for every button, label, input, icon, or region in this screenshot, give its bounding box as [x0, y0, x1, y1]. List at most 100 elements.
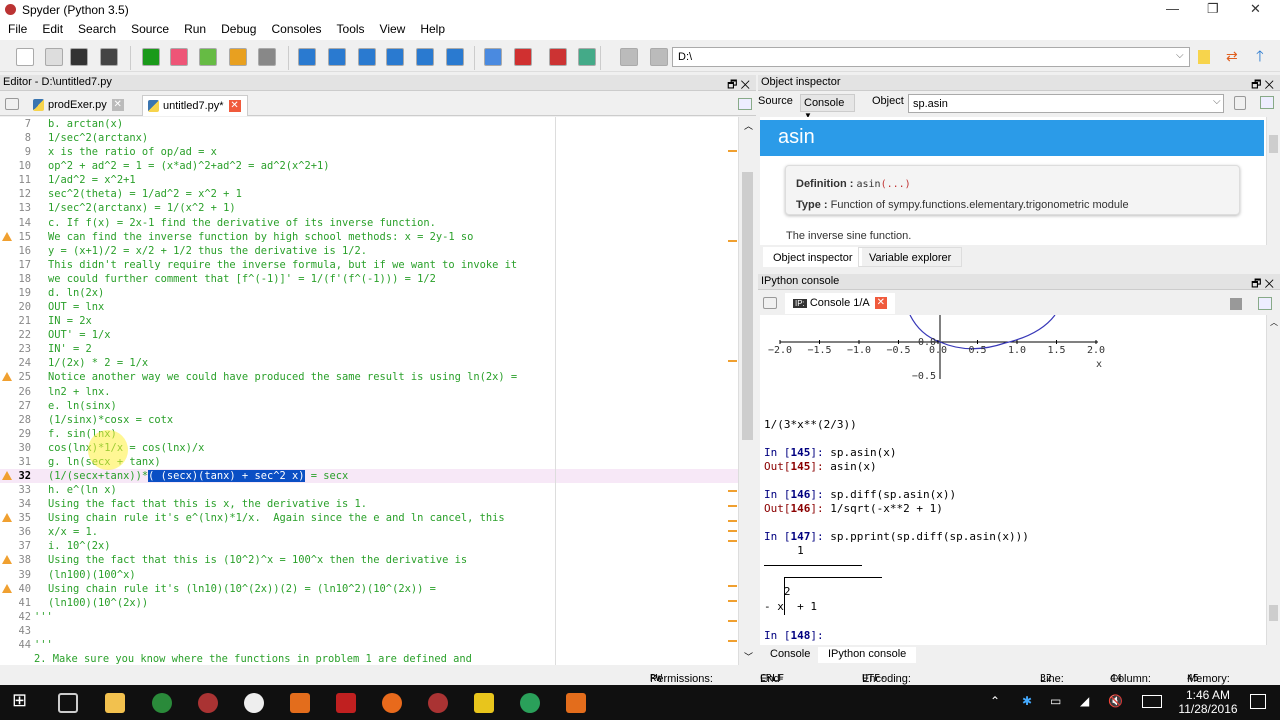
tab-console-1a[interactable]: IP: Console 1/A ✕	[785, 293, 895, 314]
menu-help[interactable]: Help	[412, 20, 452, 36]
app-icon[interactable]	[152, 693, 172, 713]
step-into-icon[interactable]	[358, 48, 376, 66]
minimize-button[interactable]: —	[1166, 1, 1179, 16]
save-icon[interactable]	[70, 48, 88, 66]
back-icon[interactable]	[620, 48, 638, 66]
preferences-icon[interactable]	[549, 48, 567, 66]
spyder-icon[interactable]	[428, 693, 448, 713]
power-icon[interactable]: ▭	[1050, 694, 1061, 708]
browse-folder-icon[interactable]	[1198, 50, 1210, 64]
scroll-down-icon[interactable]: ﹀	[744, 650, 753, 663]
menu-tools[interactable]: Tools	[329, 20, 372, 36]
clock[interactable]: 1:46 AM 11/28/2016	[1178, 688, 1238, 716]
menu-view[interactable]: View	[372, 20, 413, 36]
run-selection-icon[interactable]	[229, 48, 247, 66]
menu-search[interactable]: Search	[70, 20, 123, 36]
open-file-icon[interactable]	[45, 48, 63, 66]
sync-directory-icon[interactable]: ⇄	[1226, 48, 1238, 65]
wifi-icon[interactable]: ◢	[1080, 694, 1089, 708]
menu-debug[interactable]: Debug	[213, 20, 263, 36]
menu-run[interactable]: Run	[176, 20, 213, 36]
bluetooth-icon[interactable]: ✱	[1022, 694, 1032, 708]
app-icon[interactable]	[336, 693, 356, 713]
options-menu-icon[interactable]	[1258, 297, 1272, 310]
maximize-button[interactable]: ❐	[1207, 1, 1219, 17]
object-input[interactable]: sp.asin	[908, 94, 1224, 113]
taskbar: ⊞ ⌃ ✱ ▭ ◢ 🔇 1:46 AM 11/28/2016	[0, 685, 1280, 720]
tab-object-inspector[interactable]: Object inspector	[763, 247, 863, 267]
show-hidden-icons[interactable]: ⌃	[990, 694, 1000, 708]
browse-tabs-icon[interactable]	[5, 98, 19, 110]
code-segment: This didn't really require the inverse f…	[48, 258, 518, 271]
close-button[interactable]: ✕	[1250, 1, 1261, 17]
run-cell-icon[interactable]	[170, 48, 188, 66]
tab-variable-explorer[interactable]: Variable explorer	[858, 247, 963, 267]
menu-consoles[interactable]: Consoles	[263, 20, 328, 36]
close-tab-icon[interactable]: ✕	[228, 100, 241, 113]
console-scrollbar[interactable]: ︿	[1266, 315, 1280, 645]
start-button-icon[interactable]: ⊞	[12, 690, 32, 710]
menu-edit[interactable]: Edit	[34, 20, 70, 36]
fullscreen-icon[interactable]	[514, 48, 532, 66]
browse-tabs-icon[interactable]	[763, 297, 777, 309]
tab-prodexer[interactable]: prodExer.py ✕	[28, 95, 130, 116]
pane-controls[interactable]: 🗗 ✕	[1251, 76, 1274, 95]
stop-icon[interactable]	[446, 48, 464, 66]
run-cell-advance-icon[interactable]	[199, 48, 217, 66]
scrollbar-thumb[interactable]	[742, 172, 753, 440]
app-icon[interactable]	[244, 693, 264, 713]
inspector-scrollbar[interactable]	[1266, 117, 1280, 245]
step-icon[interactable]	[328, 48, 346, 66]
options-menu-icon[interactable]	[1260, 96, 1274, 109]
code-line: 41 (ln100)(10^(2x))	[0, 596, 738, 610]
app-icon[interactable]	[474, 693, 494, 713]
scrollbar-thumb[interactable]	[1269, 135, 1278, 153]
keyboard-icon[interactable]	[1142, 695, 1162, 708]
lock-icon[interactable]	[1234, 96, 1246, 110]
file-explorer-icon[interactable]	[105, 693, 125, 713]
toolbar-separator	[288, 46, 289, 70]
tab-untitled7[interactable]: untitled7.py* ✕	[142, 95, 248, 116]
close-tab-icon[interactable]: ✕	[874, 297, 887, 310]
action-center-icon[interactable]	[1250, 694, 1266, 709]
app-icon[interactable]	[290, 693, 310, 713]
working-directory-input[interactable]: D:\	[672, 47, 1190, 67]
pythonpath-icon[interactable]	[578, 48, 596, 66]
app-icon[interactable]	[566, 693, 586, 713]
code-segment: b. arctan(x)	[48, 118, 124, 130]
tab-ipython-console[interactable]: IPython console	[818, 647, 917, 663]
configure-run-icon[interactable]	[258, 48, 276, 66]
scrollbar-thumb[interactable]	[1269, 605, 1278, 621]
scroll-up-icon[interactable]: ︿	[1270, 317, 1278, 328]
menu-file[interactable]: File	[0, 20, 34, 36]
prompt-number: 145	[790, 460, 811, 473]
code-editor[interactable]: 7 b. arctan(x) 8 1/sec^2(arctanx) 9 x is the …	[0, 117, 738, 665]
new-file-icon[interactable]	[16, 48, 34, 66]
step-return-icon[interactable]	[386, 48, 404, 66]
parent-directory-icon[interactable]: 🡑	[1256, 46, 1264, 71]
chevron-down-icon[interactable]: ⌵	[1213, 96, 1221, 107]
pane-controls[interactable]: 🗗 ✕	[727, 76, 750, 95]
app-icon[interactable]	[520, 693, 540, 713]
source-select[interactable]: Console ▼	[800, 94, 855, 120]
continue-icon[interactable]	[416, 48, 434, 66]
save-all-icon[interactable]	[100, 48, 118, 66]
ipython-console[interactable]: −2.0 −1.5 −1.0 −0.5 0.0 0.5 1.0 1.5 2.0 0.0 −0.5 x …	[760, 315, 1266, 645]
editor-scrollbar[interactable]: ︿ ﹀	[738, 117, 756, 665]
run-icon[interactable]	[142, 48, 160, 66]
firefox-icon[interactable]	[382, 693, 402, 713]
maximize-pane-icon[interactable]	[484, 48, 502, 66]
debug-icon[interactable]	[298, 48, 316, 66]
scroll-up-icon[interactable]: ︿	[744, 119, 753, 132]
prompt: In [	[764, 629, 791, 642]
task-view-icon[interactable]	[58, 693, 78, 713]
menu-source[interactable]: Source	[123, 20, 176, 36]
volume-muted-icon[interactable]: 🔇	[1108, 694, 1123, 708]
stop-kernel-icon[interactable]	[1230, 298, 1242, 310]
forward-icon[interactable]	[650, 48, 668, 66]
spyder-icon[interactable]	[198, 693, 218, 713]
close-tab-icon[interactable]: ✕	[111, 99, 124, 112]
options-menu-icon[interactable]	[738, 98, 752, 110]
tab-console[interactable]: Console	[760, 647, 820, 663]
chevron-down-icon[interactable]: ⌵	[1176, 50, 1184, 61]
